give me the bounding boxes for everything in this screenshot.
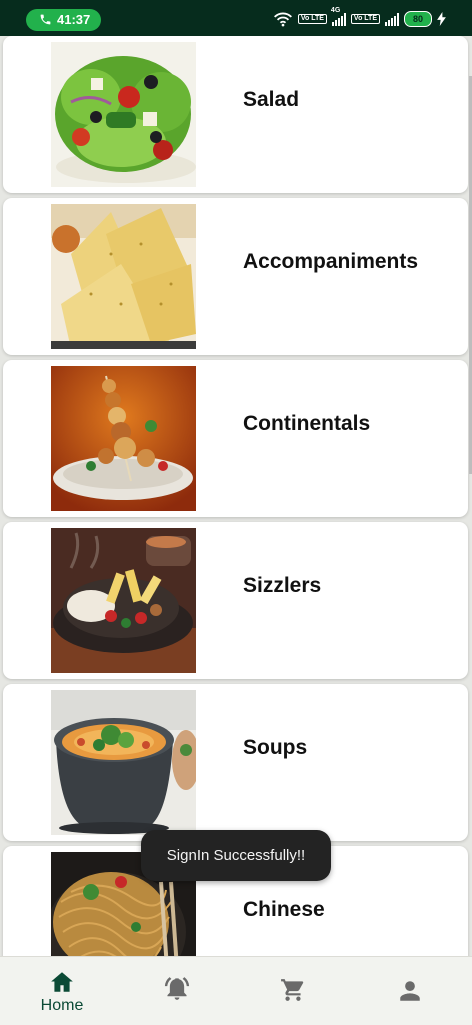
network-type-text: 4G — [330, 6, 341, 14]
nav-home[interactable]: Home — [0, 957, 118, 1025]
volte-badge-2: Vo LTE — [350, 14, 380, 24]
nav-cart[interactable] — [236, 957, 354, 1025]
nav-notifications[interactable] — [118, 957, 236, 1025]
cart-icon — [281, 979, 304, 1001]
category-label: Continentals — [243, 412, 371, 435]
category-card-sizzlers[interactable]: Sizzlers — [3, 522, 468, 679]
home-icon — [51, 972, 73, 992]
sizzlers-image — [51, 528, 196, 673]
category-label: Salad — [243, 88, 300, 111]
status-icons: Vo LTE 4G Vo LTE 80 — [273, 7, 446, 28]
signal-strength-icon-2 — [385, 12, 399, 26]
clock-text: 41:37 — [57, 12, 91, 27]
category-card-soups[interactable]: Soups — [3, 684, 468, 841]
nav-home-label: Home — [40, 997, 84, 1014]
toast-message: SignIn Successfully!! — [141, 830, 331, 881]
category-card-continentals[interactable]: Continentals — [3, 360, 468, 517]
soups-image — [51, 690, 196, 835]
profile-icon — [400, 981, 420, 1001]
phone-icon — [40, 14, 51, 25]
category-list[interactable]: Salad Accompaniments Continentals Sizzle… — [0, 36, 472, 956]
signal-strength-icon: 4G — [331, 7, 346, 26]
nav-profile[interactable] — [354, 957, 472, 1025]
salad-image — [51, 42, 196, 187]
status-bar: 41:37 Vo LTE 4G Vo LTE 80 — [0, 0, 472, 36]
category-label: Accompaniments — [243, 250, 419, 273]
charging-bolt-icon — [437, 12, 446, 26]
continentals-image — [51, 366, 196, 511]
category-card-accompaniments[interactable]: Accompaniments — [3, 198, 468, 355]
volte-badge: Vo LTE — [297, 14, 327, 24]
ongoing-call-chip[interactable]: 41:37 — [26, 9, 101, 31]
bottom-navigation: Home — [0, 956, 472, 1025]
battery-indicator: 80 — [404, 11, 432, 27]
bell-alarm-icon — [164, 977, 190, 1000]
category-card-salad[interactable]: Salad — [3, 36, 468, 193]
category-label: Soups — [243, 736, 308, 759]
category-label: Sizzlers — [243, 574, 322, 597]
wifi-icon — [273, 12, 292, 27]
accompaniments-image — [51, 204, 196, 349]
